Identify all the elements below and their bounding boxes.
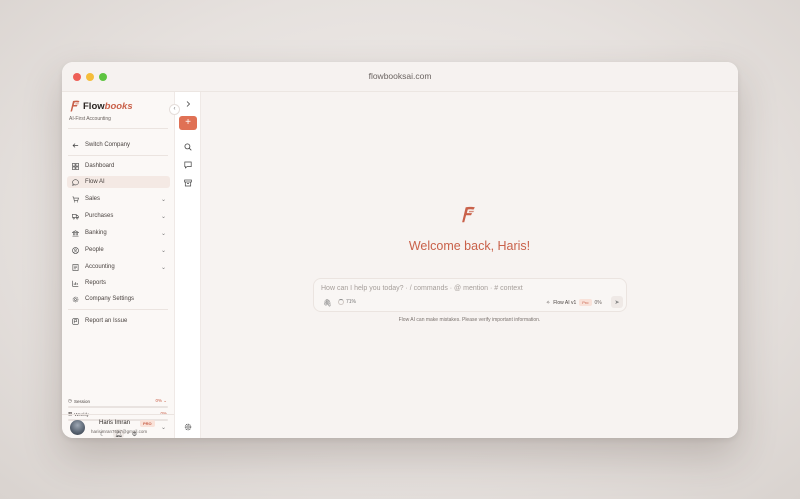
arrow-left-icon xyxy=(71,141,79,149)
collapse-sidebar-button[interactable]: ‹ xyxy=(169,104,180,115)
gear-icon xyxy=(184,423,192,431)
model-badge: Pro xyxy=(579,299,592,306)
ai-disclaimer: Flow AI can make mistakes. Please verify… xyxy=(398,317,541,323)
flowbooks-logo-icon xyxy=(462,206,475,223)
sidebar-item-dashboard[interactable]: Dashboard xyxy=(67,160,170,172)
clock-icon: ◷ xyxy=(68,398,72,403)
expand-panel-button[interactable] xyxy=(183,99,193,109)
paperclip-icon: 🖇︎ xyxy=(323,300,332,307)
divider xyxy=(68,309,168,310)
brand-name: Flowbooks xyxy=(83,100,133,112)
model-selector[interactable]: ✧ Flow AI v1 Pro 0% xyxy=(546,299,602,306)
welcome-heading: Welcome back, Haris! xyxy=(408,239,531,253)
sidebar-item-purchases[interactable]: Purchases ⌄ xyxy=(67,210,170,222)
url-bar[interactable]: flowbooksai.com xyxy=(62,71,738,81)
chat-composer: How can I help you today? · / commands ·… xyxy=(313,278,627,312)
send-button[interactable]: ➤ xyxy=(611,296,623,308)
user-profile[interactable]: Haris Imran PRO harisimran7657@gmail.com… xyxy=(62,414,174,438)
user-circle-icon xyxy=(71,246,79,254)
brand-logo[interactable]: Flowbooks xyxy=(70,100,133,112)
chevron-right-icon xyxy=(186,101,191,107)
ledger-icon xyxy=(71,263,79,271)
chevron-down-icon: ⌄ xyxy=(160,247,166,254)
chevron-down-icon: ⌄ xyxy=(160,196,166,203)
new-chat-button[interactable]: + xyxy=(179,116,197,130)
context-usage: 71% xyxy=(338,299,356,305)
message-icon xyxy=(184,161,192,169)
sparkle-icon: ✧ xyxy=(546,299,551,306)
brand-tagline: AI-First Accounting xyxy=(69,116,111,122)
title-bar: flowbooksai.com xyxy=(62,62,738,92)
sidebar-item-flow-ai[interactable]: Flow AI xyxy=(67,176,170,188)
sidebar-item-people[interactable]: People ⌄ xyxy=(67,244,170,256)
sidebar: Flowbooks AI-First Accounting Switch Com… xyxy=(62,92,175,438)
chat-icon xyxy=(71,178,79,186)
archive-icon xyxy=(184,179,192,187)
bank-icon xyxy=(71,229,79,237)
model-usage: 0% xyxy=(594,299,602,306)
gear-icon xyxy=(71,295,79,303)
chat-input[interactable]: How can I help you today? · / commands ·… xyxy=(321,285,523,292)
sidebar-item-banking[interactable]: Banking ⌄ xyxy=(67,227,170,239)
search-button[interactable] xyxy=(183,142,193,152)
user-name: Haris Imran xyxy=(99,420,131,426)
chevron-down-icon[interactable]: ⌄ xyxy=(161,424,166,431)
report-issue-button[interactable]: Report an Issue xyxy=(67,315,170,327)
attach-button[interactable]: 🖇︎ xyxy=(323,299,332,307)
user-email: harisimran7657@gmail.com xyxy=(91,429,148,434)
cart-icon xyxy=(71,195,79,203)
chevron-down-icon: ⌄ xyxy=(160,213,166,220)
truck-icon xyxy=(71,212,79,220)
loading-spinner-icon xyxy=(338,299,344,305)
flag-icon xyxy=(71,317,79,325)
divider xyxy=(68,128,168,129)
chevron-down-icon: ⌄ xyxy=(160,264,166,271)
sidebar-item-sales[interactable]: Sales ⌄ xyxy=(67,193,170,205)
flowbooks-logo-icon xyxy=(70,100,80,112)
sidebar-item-reports[interactable]: Reports xyxy=(67,277,170,289)
browser-window: flowbooksai.com Flowbooks AI-First Accou… xyxy=(62,62,738,438)
chart-icon xyxy=(71,279,79,287)
settings-button[interactable] xyxy=(183,422,193,432)
sidebar-item-accounting[interactable]: Accounting ⌄ xyxy=(67,261,170,273)
session-usage-value[interactable]: 0% ⌄ xyxy=(155,398,167,404)
chevron-left-icon: ‹ xyxy=(173,106,176,112)
sidebar-item-company-settings[interactable]: Company Settings xyxy=(67,293,170,305)
chevron-down-icon: ⌄ xyxy=(160,230,166,237)
avatar xyxy=(70,420,85,435)
session-usage-bar xyxy=(68,406,168,408)
plan-badge: PRO xyxy=(140,420,155,427)
main-content: Welcome back, Haris! How can I help you … xyxy=(201,92,738,438)
session-usage-label: ◷ Session xyxy=(68,398,90,404)
archive-button[interactable] xyxy=(183,178,193,188)
icon-rail: + xyxy=(175,92,201,438)
switch-company-button[interactable]: Switch Company xyxy=(67,139,170,151)
chats-button[interactable] xyxy=(183,160,193,170)
send-icon: ➤ xyxy=(614,299,620,306)
dashboard-icon xyxy=(71,162,79,170)
divider xyxy=(68,155,168,156)
search-icon xyxy=(184,143,192,151)
plus-icon: + xyxy=(185,117,191,128)
